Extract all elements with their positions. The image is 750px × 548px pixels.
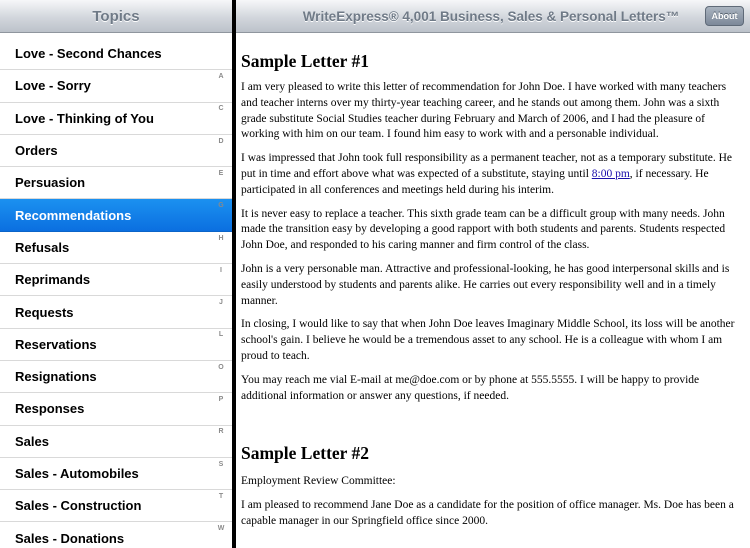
topic-list[interactable]: Love - Second Chances Love - Sorry Love - … xyxy=(0,38,232,548)
topic-label: Love - Second Chances xyxy=(15,46,162,62)
letter-1-paragraph: In closing, I would like to say that whe… xyxy=(241,318,735,362)
index-letter[interactable]: I xyxy=(214,267,228,274)
topic-row[interactable]: Love - Second Chances xyxy=(0,38,232,71)
topic-label: Responses xyxy=(15,401,85,417)
topic-label: Reprimands xyxy=(15,272,91,288)
letter-2-paragraph: Employment Review Committee: xyxy=(241,475,396,488)
topic-label: Requests xyxy=(15,304,74,320)
letter-1-heading: Sample Letter #1 xyxy=(241,51,369,71)
topic-label: Recommendations xyxy=(15,207,132,223)
topic-row[interactable]: Orders xyxy=(0,134,232,168)
letter-pane: WriteExpress® 4,001 Business, Sales & Pe… xyxy=(236,0,750,548)
topic-label: Sales - Donations xyxy=(15,530,125,546)
about-button[interactable]: About xyxy=(705,6,744,26)
topic-label: Sales xyxy=(15,433,49,449)
topic-label: Love - Sorry xyxy=(15,78,91,94)
topics-pane: Topics Love - Second Chances Love - Sorry… xyxy=(0,0,232,548)
index-letter[interactable]: J xyxy=(214,299,228,306)
letter-1-paragraph: I am very pleased to write this letter o… xyxy=(241,81,727,141)
topic-label: Persuasion xyxy=(15,175,86,191)
topic-row[interactable]: Recommendations xyxy=(0,199,232,232)
topic-row[interactable]: Reservations xyxy=(0,328,232,361)
topics-navbar: Topics xyxy=(0,0,232,33)
index-letter[interactable]: G xyxy=(214,202,228,209)
app-title: WriteExpress® 4,001 Business, Sales & Pe… xyxy=(302,9,680,24)
index-letter[interactable]: A xyxy=(214,73,228,80)
index-letter[interactable]: R xyxy=(214,428,228,435)
topic-row[interactable]: Sales - Donations xyxy=(0,522,232,548)
topic-label: Love - Thinking of You xyxy=(15,110,154,126)
topic-label: Refusals xyxy=(15,239,70,255)
index-letter[interactable]: W xyxy=(214,525,228,532)
index-letter[interactable]: C xyxy=(214,105,228,112)
index-letter[interactable]: P xyxy=(214,396,228,403)
index-letter[interactable]: D xyxy=(214,138,228,145)
topic-row[interactable]: Persuasion xyxy=(0,167,232,200)
topic-label: Resignations xyxy=(15,369,97,385)
letter-1-paragraph: It is never easy to replace a teacher. T… xyxy=(241,207,726,252)
topic-row[interactable]: Requests xyxy=(0,296,232,329)
topic-label: Sales - Automobiles xyxy=(15,466,139,481)
letter-2-heading: Sample Letter #2 xyxy=(241,443,369,464)
index-letter[interactable]: O xyxy=(214,364,228,371)
letter-1-paragraph: John is a very personable man. Attractiv… xyxy=(241,262,730,307)
letter-1-paragraph: I was impressed that John took full resp… xyxy=(241,151,745,198)
topic-row[interactable]: Responses xyxy=(0,393,232,426)
index-letter[interactable]: T xyxy=(214,493,228,500)
letter-2-paragraph: I am pleased to recommend Jane Doe as a … xyxy=(241,499,734,527)
topic-row[interactable]: Refusals xyxy=(0,231,232,265)
letter-1-paragraph: You may reach me vial E-mail at me@doe.c… xyxy=(241,373,700,402)
index-letter[interactable]: E xyxy=(214,170,228,177)
topic-row[interactable]: Sales - Automobiles xyxy=(0,457,232,491)
topic-row[interactable]: Sales - Construction xyxy=(0,490,232,523)
topic-row[interactable]: Sales xyxy=(0,425,232,458)
topic-label: Reservations xyxy=(15,336,97,352)
topic-row[interactable]: Love - Thinking of You xyxy=(0,102,232,135)
letter-content[interactable]: Sample Letter #1 I am very pleased to wr… xyxy=(236,33,750,548)
topic-label: Orders xyxy=(15,143,58,159)
topic-row[interactable]: Love - Sorry xyxy=(0,70,232,103)
alphabet-index[interactable]: A C D E G H I J L O P R S T W xyxy=(214,38,228,548)
time-link[interactable]: 8:00 pm xyxy=(592,168,630,180)
topics-title: Topics xyxy=(92,8,140,25)
topic-label: Sales - Construction xyxy=(15,498,142,514)
index-letter[interactable]: L xyxy=(214,331,228,338)
topic-row[interactable]: Resignations xyxy=(0,360,232,394)
topic-row[interactable]: Reprimands xyxy=(0,264,232,297)
index-letter[interactable]: H xyxy=(214,235,228,242)
index-letter[interactable]: S xyxy=(214,461,228,468)
letter-navbar: WriteExpress® 4,001 Business, Sales & Pe… xyxy=(236,0,750,33)
